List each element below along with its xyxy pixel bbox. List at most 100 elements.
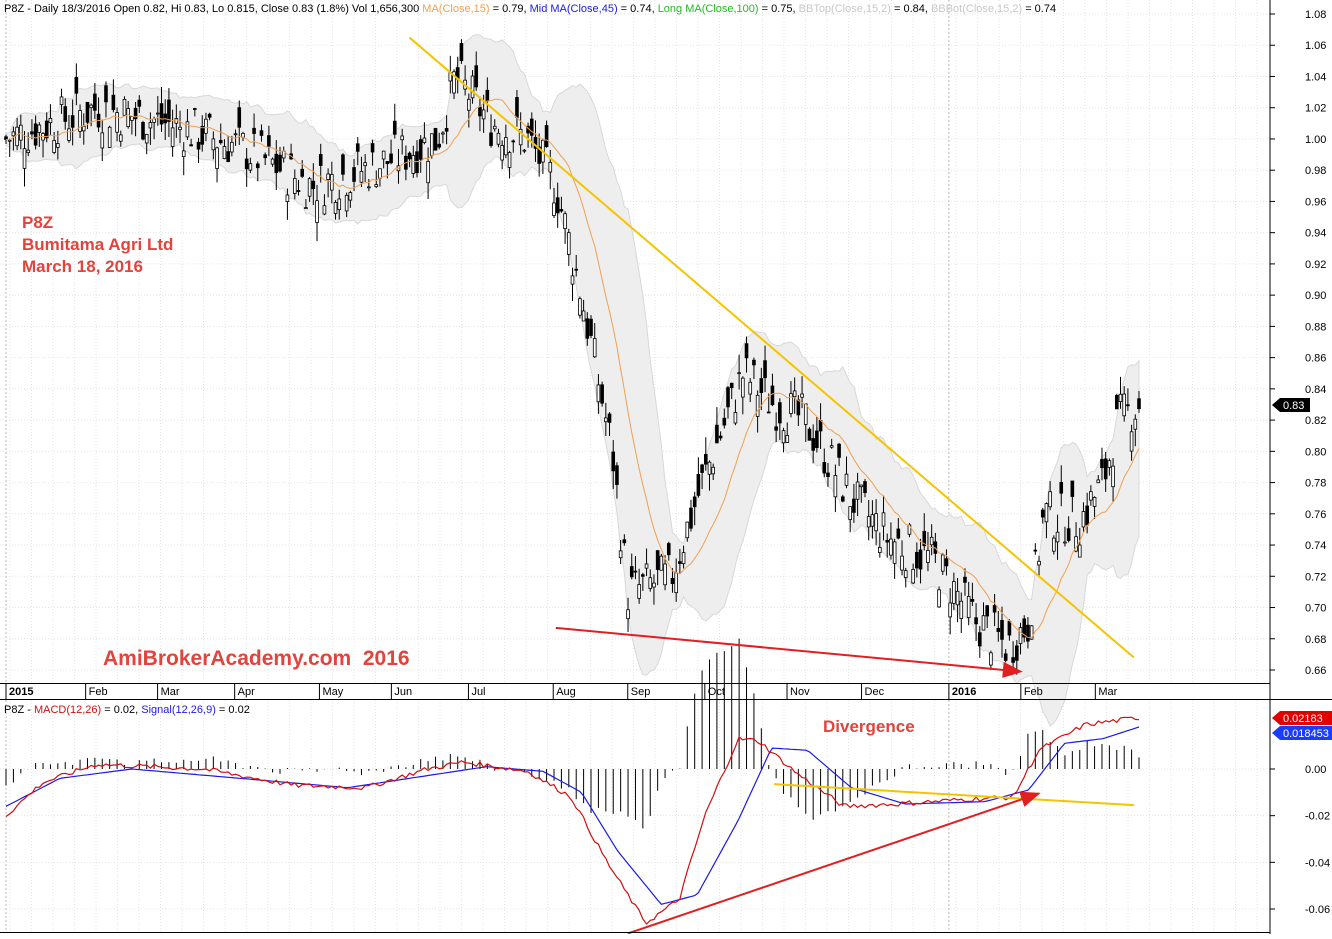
x-tick-label: Feb xyxy=(1024,686,1043,698)
candle-body xyxy=(381,150,386,160)
candle-body xyxy=(626,609,630,620)
candle-body xyxy=(652,582,656,588)
y-tick-label: 0.76 xyxy=(1305,509,1326,521)
header-part: = 0.74 xyxy=(1022,3,1056,15)
candle-body xyxy=(1077,544,1082,558)
last-close-value: 0.83 xyxy=(1283,400,1304,412)
header-part: MACD(12,26) xyxy=(34,704,101,716)
candle-body xyxy=(644,563,649,569)
candle-body xyxy=(774,426,778,431)
candle-body xyxy=(222,146,227,160)
candle-body xyxy=(778,402,782,424)
candle-body xyxy=(226,151,230,163)
candle-body xyxy=(500,145,504,161)
candle-body xyxy=(392,120,397,135)
header-part: = 0.84, xyxy=(891,3,931,15)
divergence-label: Divergence xyxy=(823,717,915,736)
candle-body xyxy=(552,202,556,216)
company-label: Bumitama Agri Ltd xyxy=(22,235,173,254)
candle-body xyxy=(100,132,105,149)
macd-value-marker: 0.02183 xyxy=(1272,711,1332,725)
candle-body xyxy=(1059,482,1064,494)
candle-body xyxy=(874,513,878,532)
candle-body xyxy=(67,128,71,141)
candle-body xyxy=(248,163,253,171)
candle-body xyxy=(718,435,723,439)
candle-body xyxy=(107,126,112,148)
date-label: March 18, 2016 xyxy=(22,257,143,276)
candle-body xyxy=(940,554,945,572)
candle-body xyxy=(818,420,823,432)
candle-body xyxy=(204,118,208,134)
candle-body xyxy=(544,125,549,148)
candle-body xyxy=(840,496,845,502)
candle-body xyxy=(548,161,553,173)
candle-body xyxy=(607,413,612,423)
candle-body xyxy=(44,120,49,139)
y-tick-label: 0.66 xyxy=(1305,665,1326,677)
candle-body xyxy=(1011,657,1015,663)
y-tick-label: 0.82 xyxy=(1305,415,1326,427)
candle-body xyxy=(1092,497,1097,507)
candle-body xyxy=(48,117,53,124)
candle-body xyxy=(903,570,908,579)
candle-body xyxy=(952,581,956,604)
candle-body xyxy=(755,394,760,417)
candle-body xyxy=(300,168,305,177)
candle-body xyxy=(937,589,941,608)
candle-body xyxy=(915,551,919,569)
candle-body xyxy=(855,481,860,500)
candle-body xyxy=(1126,404,1130,407)
candle-body xyxy=(766,411,771,414)
y-tick-label: 0.74 xyxy=(1305,540,1326,552)
candle-body xyxy=(1055,531,1060,543)
candle-body xyxy=(515,97,519,118)
header-part: = 0.74, xyxy=(618,3,658,15)
candle-body xyxy=(278,154,282,172)
candle-body xyxy=(326,173,330,181)
candle-body xyxy=(752,359,756,366)
y-tick-label: 1.00 xyxy=(1305,134,1326,146)
candle-body xyxy=(955,590,960,606)
candle-body xyxy=(1107,460,1112,468)
candle-body xyxy=(726,387,730,408)
candle-body xyxy=(641,574,645,577)
candle-body xyxy=(566,232,571,255)
candle-body xyxy=(900,555,904,571)
candle-body xyxy=(470,75,475,99)
candle-body xyxy=(33,123,38,146)
candle-body xyxy=(1081,511,1086,528)
candle-body xyxy=(696,474,701,496)
candle-body xyxy=(570,275,575,285)
y-tick-label: 0.88 xyxy=(1305,321,1326,333)
candle-body xyxy=(126,108,130,128)
candle-body xyxy=(144,134,149,144)
header-part: Mid MA(Close,45) xyxy=(530,3,618,15)
candle-body xyxy=(263,154,267,159)
candle-body xyxy=(52,140,56,153)
candle-body xyxy=(22,148,27,169)
candle-body xyxy=(181,150,186,158)
candle-body xyxy=(837,443,841,458)
candle-body xyxy=(1052,537,1056,552)
candle-body xyxy=(170,127,175,147)
y-tick-label: 0.94 xyxy=(1305,228,1326,240)
candle-body xyxy=(629,566,634,578)
candle-body xyxy=(770,385,775,406)
candle-body xyxy=(474,65,479,88)
candle-body xyxy=(729,382,734,389)
candle-body xyxy=(167,99,171,122)
y-tick-label: 1.08 xyxy=(1305,9,1326,21)
candle-body xyxy=(707,461,712,475)
x-tick-label: Jul xyxy=(471,686,485,698)
x-tick-label: Aug xyxy=(556,686,576,698)
candle-body xyxy=(929,536,934,546)
candle-body xyxy=(196,141,201,150)
candle-body xyxy=(200,126,205,145)
candle-body xyxy=(852,498,856,513)
candle-body xyxy=(207,113,212,118)
candle-body xyxy=(296,190,301,192)
candle-body xyxy=(685,521,690,539)
candle-body xyxy=(504,137,508,156)
candle-body xyxy=(496,132,501,145)
